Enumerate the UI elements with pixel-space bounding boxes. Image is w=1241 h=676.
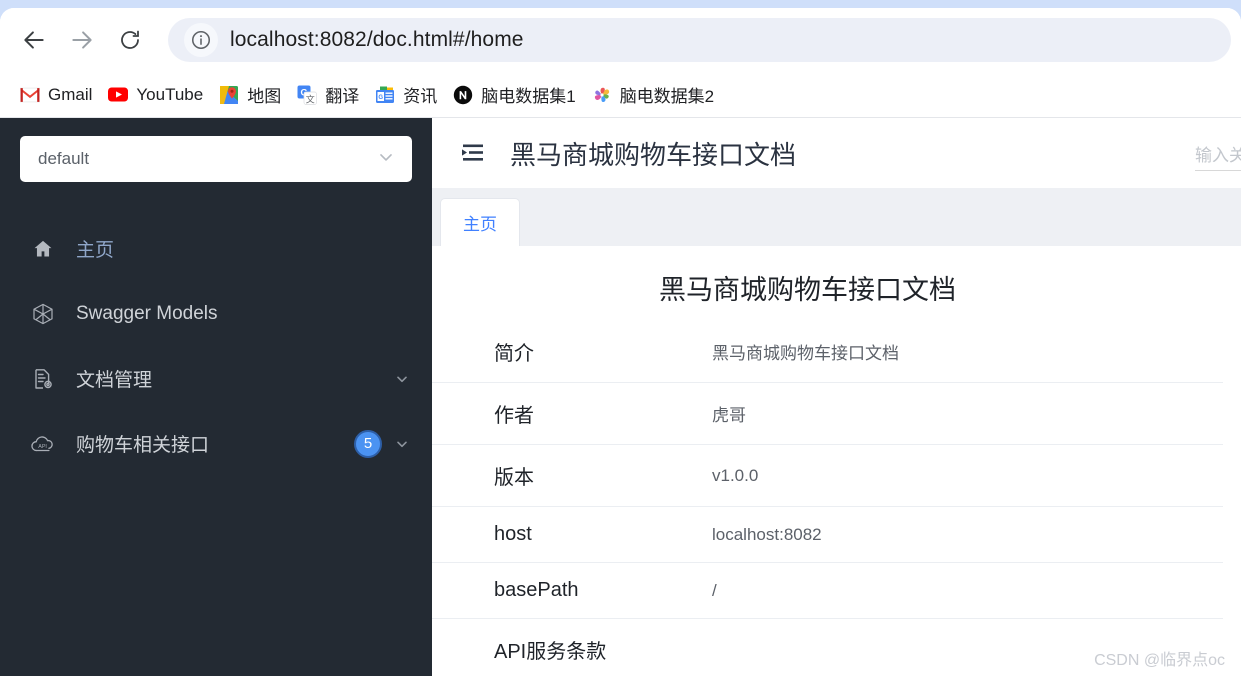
gmail-icon bbox=[20, 85, 40, 105]
bookmark-label: YouTube bbox=[136, 84, 204, 104]
google-translate-icon: G 文 bbox=[297, 85, 318, 105]
bookmark-label: 脑电数据集1 bbox=[481, 87, 576, 106]
site-info-icon[interactable] bbox=[184, 23, 218, 57]
table-row: 作者 虎哥 bbox=[432, 382, 1223, 445]
bookmark-maps[interactable]: 地图 bbox=[211, 78, 289, 112]
sidebar-item-cart-apis[interactable]: API 购物车相关接口 5 bbox=[0, 411, 432, 476]
sidebar-item-document-management[interactable]: 文档管理 bbox=[0, 346, 432, 411]
address-bar-url: localhost:8082/doc.html#/home bbox=[230, 28, 524, 51]
table-body: 简介 黑马商城购物车接口文档 作者 虎哥 版本 v1.0.0 host loca… bbox=[432, 321, 1223, 676]
sidebar-item-label: 文档管理 bbox=[76, 370, 153, 391]
row-value: localhost:8082 bbox=[712, 506, 1223, 563]
header-search[interactable] bbox=[1195, 136, 1241, 171]
bookmark-translate[interactable]: G 文 翻译 bbox=[289, 78, 367, 112]
table-row: basePath / bbox=[432, 562, 1223, 619]
document-title: 黑马商城购物车接口文档 bbox=[659, 275, 956, 305]
sidebar-menu: 主页 Swagger Models 文档管理 API 购物车相关接口 5 bbox=[0, 216, 432, 476]
sidebar-item-swagger-models[interactable]: Swagger Models bbox=[0, 281, 432, 346]
bookmark-label: 资讯 bbox=[403, 87, 438, 106]
chevron-down-icon[interactable] bbox=[394, 436, 410, 452]
sidebar-item-home[interactable]: 主页 bbox=[0, 216, 432, 281]
youtube-icon bbox=[108, 85, 129, 105]
bookmark-gmail[interactable]: Gmail bbox=[12, 78, 100, 112]
main-header: 黑马商城购物车接口文档 bbox=[432, 118, 1241, 188]
svg-text:文: 文 bbox=[306, 93, 315, 104]
watermark: CSDN @临界点oc bbox=[1094, 652, 1225, 669]
row-value: 虎哥 bbox=[712, 382, 1223, 445]
document-gear-icon bbox=[30, 366, 56, 392]
row-value: / bbox=[712, 562, 1223, 619]
table-row: 简介 黑马商城购物车接口文档 bbox=[432, 321, 1223, 383]
row-key: 版本 bbox=[432, 444, 712, 507]
pinwheel-icon bbox=[592, 85, 612, 105]
bookmark-label: 脑电数据集2 bbox=[619, 87, 715, 106]
table-row: host localhost:8082 bbox=[432, 506, 1223, 563]
svg-text:G: G bbox=[379, 94, 384, 100]
sidebar-item-label: 购物车相关接口 bbox=[76, 435, 210, 456]
table-row: 版本 v1.0.0 bbox=[432, 444, 1223, 507]
search-input[interactable] bbox=[1195, 141, 1241, 171]
row-value: 黑马商城购物车接口文档 bbox=[712, 321, 1223, 383]
sidebar: default 主页 Swagger Models 文档管理 API 购物车相关… bbox=[0, 118, 432, 676]
bookmark-youtube[interactable]: YouTube bbox=[100, 78, 211, 112]
row-value: v1.0.0 bbox=[712, 444, 1223, 507]
page-viewport: default 主页 Swagger Models 文档管理 API 购物车相关… bbox=[0, 118, 1241, 676]
sidebar-item-label: 主页 bbox=[76, 240, 115, 261]
reload-icon bbox=[118, 28, 142, 52]
row-key: host bbox=[432, 506, 712, 563]
back-button[interactable] bbox=[14, 20, 54, 60]
notion-icon bbox=[453, 85, 473, 105]
bookmark-label: Gmail bbox=[48, 84, 93, 104]
chevron-down-icon[interactable] bbox=[394, 371, 410, 387]
bookmark-eeg-dataset-2[interactable]: 脑电数据集2 bbox=[584, 78, 722, 112]
sidebar-item-label: Swagger Models bbox=[76, 302, 218, 324]
bookmarks-bar: Gmail YouTube 地图 文 翻译 G 资讯 脑电数据集1 脑电数据集2 bbox=[0, 72, 1241, 118]
row-key: API服务条款 bbox=[432, 618, 712, 676]
document-body: 黑马商城购物车接口文档 简介 黑马商城购物车接口文档 作者 虎哥 版本 v1.0… bbox=[432, 246, 1241, 676]
bookmark-eeg-dataset-1[interactable]: 脑电数据集1 bbox=[445, 78, 583, 112]
bookmark-label: 翻译 bbox=[325, 87, 360, 106]
sidebar-item-badge: 5 bbox=[354, 429, 382, 458]
cube-icon bbox=[30, 301, 56, 327]
browser-window: localhost:8082/doc.html#/home Gmail YouT… bbox=[0, 8, 1241, 676]
document-info-table: 简介 黑马商城购物车接口文档 作者 虎哥 版本 v1.0.0 host loca… bbox=[432, 321, 1223, 676]
home-icon bbox=[30, 236, 56, 262]
page-title: 黑马商城购物车接口文档 bbox=[510, 139, 797, 170]
forward-arrow-icon bbox=[69, 27, 95, 53]
back-arrow-icon bbox=[21, 27, 47, 53]
row-key: 作者 bbox=[432, 382, 712, 445]
bookmark-label: 地图 bbox=[247, 87, 282, 106]
row-key: 简介 bbox=[432, 321, 712, 383]
tab-home[interactable]: 主页 bbox=[440, 198, 520, 246]
forward-button[interactable] bbox=[62, 20, 102, 60]
menu-fold-icon[interactable] bbox=[458, 138, 488, 168]
google-news-icon: G bbox=[375, 85, 395, 105]
address-bar[interactable]: localhost:8082/doc.html#/home bbox=[168, 18, 1231, 62]
svg-text:API: API bbox=[38, 444, 47, 450]
screen-root: localhost:8082/doc.html#/home Gmail YouT… bbox=[0, 0, 1241, 676]
tab-bar: 主页 bbox=[432, 188, 1241, 246]
main-content: 黑马商城购物车接口文档 主页 黑马商城购物车接口文档 bbox=[432, 118, 1241, 676]
chevron-down-icon bbox=[376, 147, 396, 172]
bookmark-news[interactable]: G 资讯 bbox=[367, 78, 445, 112]
group-select[interactable]: default bbox=[20, 136, 412, 182]
google-maps-icon bbox=[219, 85, 239, 105]
reload-button[interactable] bbox=[110, 20, 150, 60]
browser-toolbar: localhost:8082/doc.html#/home bbox=[0, 8, 1241, 72]
group-select-value: default bbox=[38, 149, 90, 168]
cloud-api-icon: API bbox=[30, 431, 56, 457]
tab-label: 主页 bbox=[463, 215, 497, 234]
row-key: basePath bbox=[432, 562, 712, 619]
